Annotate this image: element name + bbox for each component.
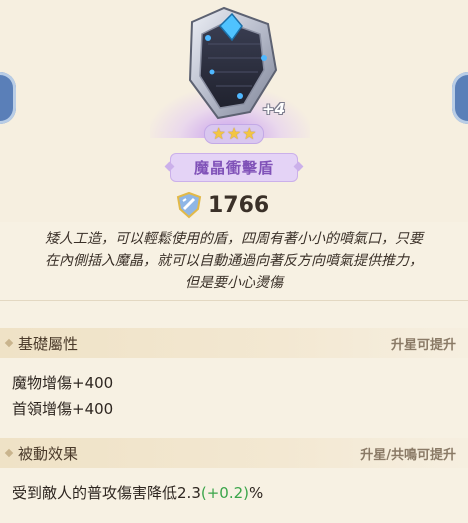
diamond-icon bbox=[4, 448, 14, 458]
section-title: 被動效果 bbox=[18, 444, 79, 463]
section-title: 基礎屬性 bbox=[18, 334, 79, 353]
description-line: 但是要小心燙傷 bbox=[185, 275, 283, 291]
power-value: 1766 bbox=[208, 192, 270, 218]
star-icon: ★ bbox=[242, 124, 257, 143]
nav-right-icon[interactable] bbox=[452, 72, 468, 124]
power-rating: 1766 bbox=[176, 190, 269, 220]
stat-line: 首領增傷+400 bbox=[12, 400, 114, 418]
star-icon: ★ bbox=[211, 124, 226, 143]
section-hint: 升星/共鳴可提升 bbox=[360, 447, 456, 463]
item-name: 魔晶衝擊盾 bbox=[170, 153, 298, 182]
diamond-icon bbox=[4, 338, 14, 348]
star-icon: ★ bbox=[226, 124, 242, 143]
passive-effect-header: 被動效果 升星/共鳴可提升 bbox=[0, 438, 468, 468]
passive-effect-text: 受到敵人的普攻傷害降低2.3 bbox=[12, 484, 201, 502]
enhance-level-badge: +4 bbox=[262, 100, 286, 118]
passive-effect-bonus: (+0.2) bbox=[200, 484, 249, 502]
item-description: 矮人工造，可以輕鬆使用的盾，四周有著小小的噴氣口，只要 在內側插入魔晶，就可以自… bbox=[8, 228, 460, 294]
description-line: 在內側插入魔晶，就可以自動通過向著反方向噴氣提供推力， bbox=[45, 253, 423, 269]
stat-line: 魔物增傷+400 bbox=[12, 374, 114, 392]
divider bbox=[0, 300, 468, 301]
nav-left-icon[interactable] bbox=[0, 72, 16, 124]
base-attributes-header: 基礎屬性 升星可提升 bbox=[0, 328, 468, 358]
section-hint: 升星可提升 bbox=[390, 337, 456, 353]
passive-effect-unit: % bbox=[249, 484, 264, 502]
passive-effect-line: 受到敵人的普攻傷害降低2.3(+0.2)% bbox=[12, 482, 263, 503]
power-shield-icon bbox=[176, 191, 202, 219]
description-line: 矮人工造，可以輕鬆使用的盾，四周有著小小的噴氣口，只要 bbox=[45, 231, 423, 247]
star-rating: ★ ★ ★ bbox=[204, 124, 264, 144]
